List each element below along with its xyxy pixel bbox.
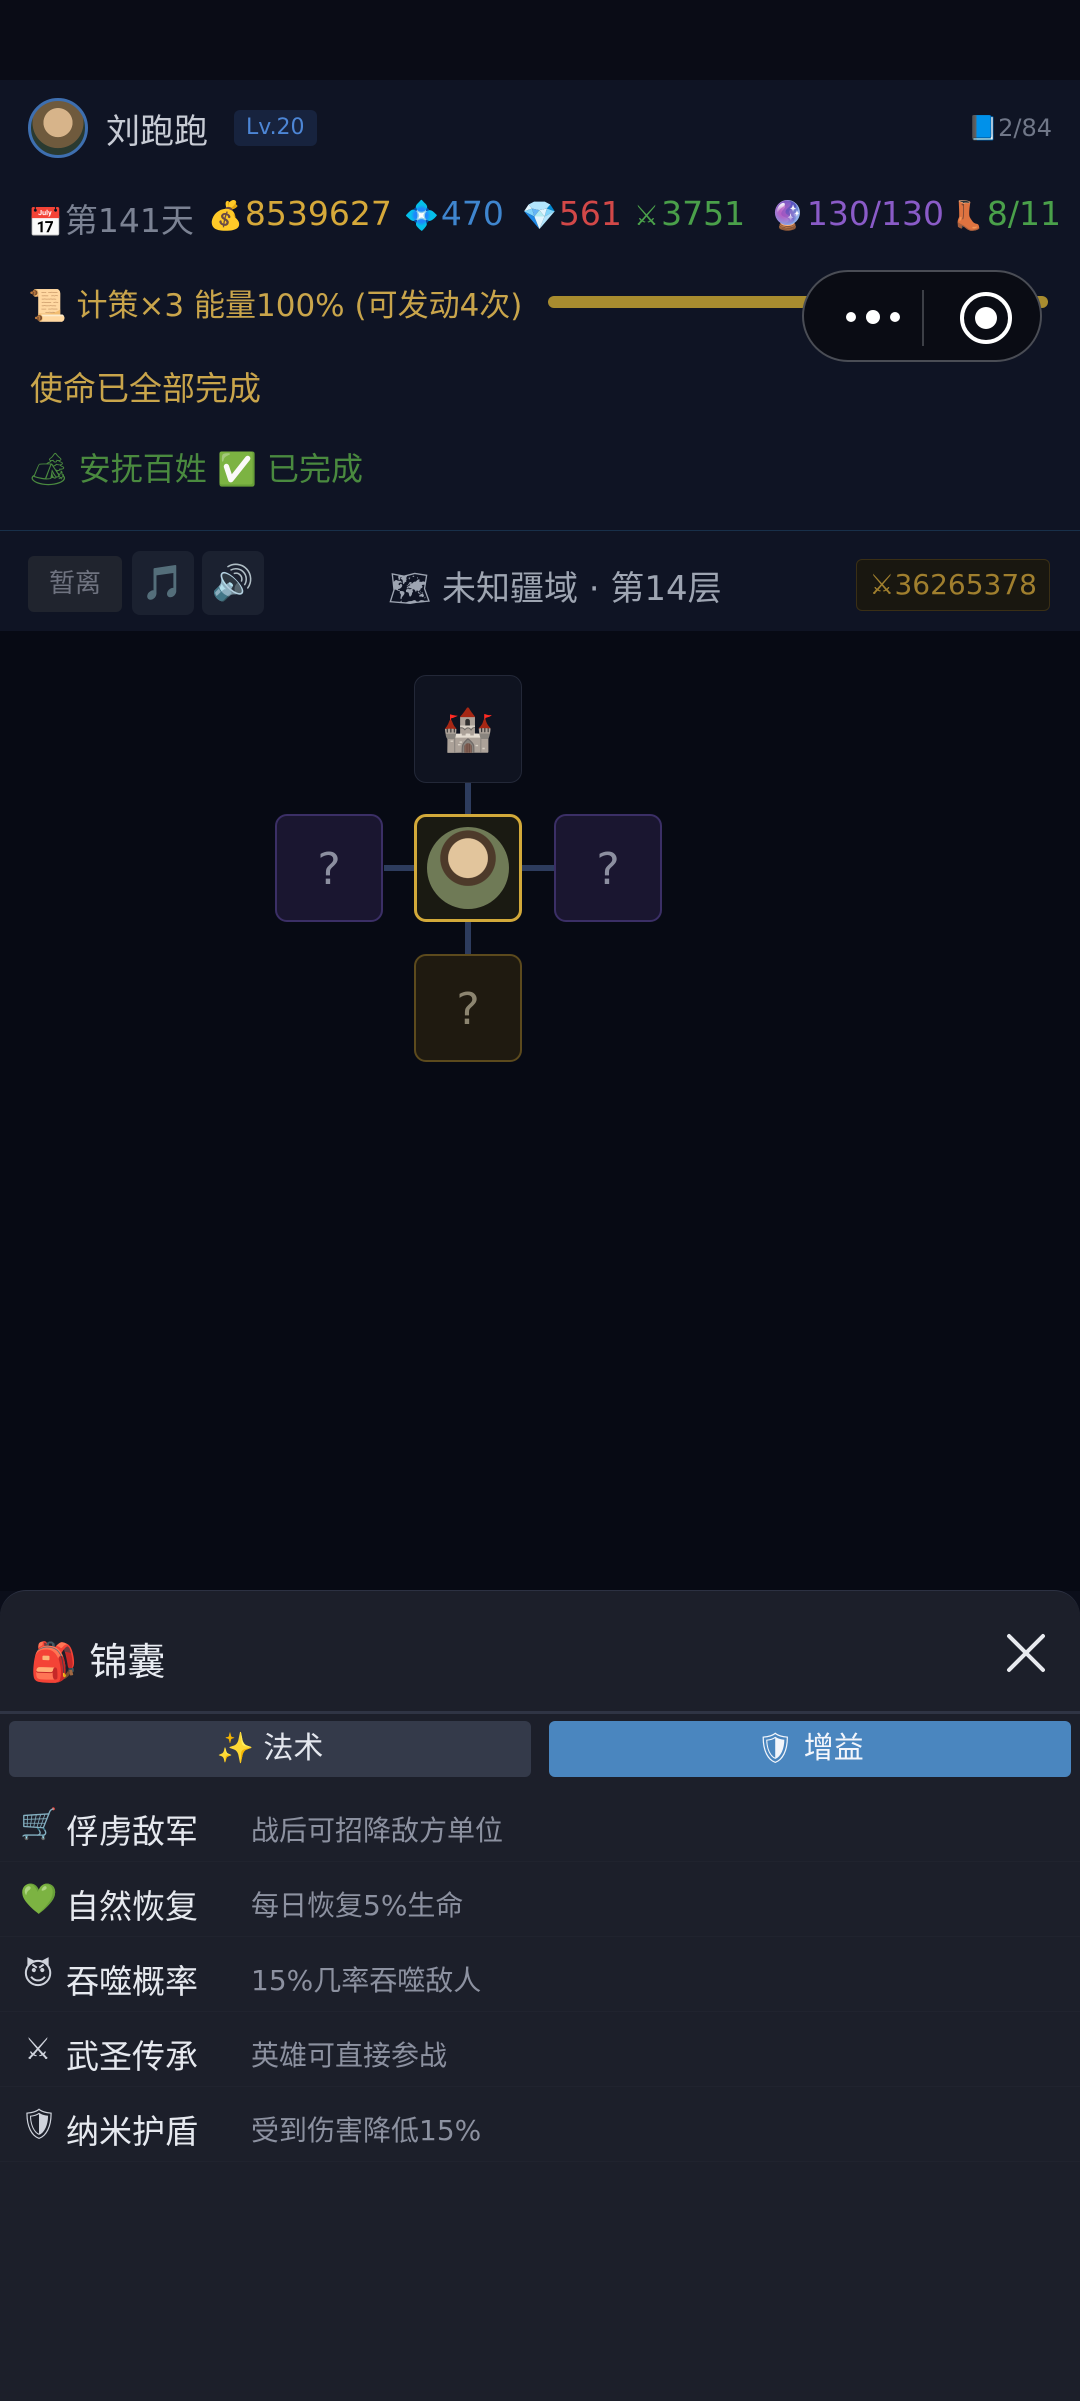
music-icon: 🎵 <box>141 563 185 603</box>
player-name: 刘跑跑 <box>106 112 208 152</box>
leave-button[interactable]: 暂离 <box>28 556 122 612</box>
close-button[interactable] <box>1004 1631 1048 1675</box>
buff-name: 吞噬概率 <box>66 1962 198 2001</box>
buff-description: 15%几率吞噬敌人 <box>251 1964 482 1997</box>
stat-value: 8/11 <box>986 194 1061 233</box>
stat-item: 💠470 <box>404 194 504 233</box>
dot-icon <box>890 312 900 322</box>
crossed-swords-icon: ⚔ <box>24 2032 52 2067</box>
close-miniprogram-button[interactable] <box>960 292 1012 344</box>
stat-value: 470 <box>440 194 504 233</box>
unknown-node-right[interactable]: ? <box>554 814 662 922</box>
resource-stats: 📅第141天 💰8539627 💠470 💎561 ⚔3751 🔮130/130 👢8/11 <box>28 194 1061 240</box>
speaker-icon: 🔊 <box>211 563 255 603</box>
tab-buffs[interactable]: 🛡 增益 <box>549 1721 1071 1777</box>
strategy-status: 📜 计策×3 能量100% (可发动4次) <box>28 288 523 324</box>
buff-description: 每日恢复5%生命 <box>251 1889 464 1922</box>
diamond-blue-icon: 💠 <box>404 199 439 232</box>
buff-description: 战后可招降敌方单位 <box>251 1814 504 1847</box>
dot-icon <box>846 312 856 322</box>
target-icon <box>975 307 997 329</box>
capsule-divider <box>922 290 924 346</box>
map-connector <box>384 865 414 871</box>
task-status: 🏕 安抚百姓 ✅ 已完成 <box>28 450 363 488</box>
castle-node[interactable]: 🏰 <box>414 675 522 783</box>
buff-row[interactable]: 🛡 纳米护盾 受到伤害降低15% <box>0 2087 1080 2162</box>
bag-sheet: 🎒 锦囊 ✨ 法术 🛡 增益 🛒 俘虏敌军 战后可招降敌方单位 💚 自然恢复 每日恢复5%… <box>0 1590 1080 2401</box>
buff-row[interactable]: 🛒 俘虏敌军 战后可招降敌方单位 <box>0 1787 1080 1862</box>
sheet-title: 🎒 锦囊 <box>30 1640 166 1684</box>
map-progress-text: 2/84 <box>998 114 1052 142</box>
shield-icon: 🛡 <box>20 2107 59 2142</box>
stat-value: 第141天 <box>64 201 194 240</box>
money-bag-icon: 💰 <box>208 199 243 232</box>
buff-description: 英雄可直接参战 <box>251 2039 448 2072</box>
crystal-ball-icon: 🔮 <box>770 199 805 232</box>
miniprogram-capsule <box>802 270 1042 362</box>
more-menu-button[interactable] <box>836 298 920 338</box>
map-book-icon: 📘 <box>968 114 999 142</box>
buff-row[interactable]: 💚 自然恢复 每日恢复5%生命 <box>0 1862 1080 1937</box>
music-toggle-button[interactable]: 🎵 <box>132 551 194 615</box>
buff-row[interactable]: 😈 吞噬概率 15%几率吞噬敌人 <box>0 1937 1080 2012</box>
buff-name: 纳米护盾 <box>66 2112 198 2151</box>
devil-icon: 😈 <box>22 1957 54 1992</box>
stat-item: 💎561 <box>522 194 622 233</box>
unknown-node-left[interactable]: ? <box>275 814 383 922</box>
zone-title: 🗺 未知疆域 · 第14层 <box>388 569 722 609</box>
cart-icon: 🛒 <box>20 1807 58 1842</box>
hero-portrait <box>427 827 509 909</box>
level-badge: Lv.20 <box>234 110 317 146</box>
map-connector <box>465 783 471 814</box>
dot-icon <box>866 310 880 324</box>
stat-value: 8539627 <box>244 194 392 233</box>
boot-icon: 👢 <box>950 199 985 232</box>
buff-name: 俘虏敌军 <box>66 1812 198 1851</box>
stat-item: ⚔3751 <box>634 194 745 233</box>
player-avatar[interactable] <box>28 98 88 158</box>
stat-value: 3751 <box>661 194 746 233</box>
stat-value: 561 <box>558 194 622 233</box>
stat-item: 🔮130/130 <box>770 194 944 233</box>
buff-description: 受到伤害降低15% <box>251 2114 482 2147</box>
stat-value: 130/130 <box>806 194 944 233</box>
map-navbar: 暂离 🎵 🔊 🗺 未知疆域 · 第14层 ⚔36265378 <box>0 530 1080 632</box>
unknown-node-bottom[interactable]: ? <box>414 954 522 1062</box>
buff-row[interactable]: ⚔ 武圣传承 英雄可直接参战 <box>0 2012 1080 2087</box>
map-connector <box>465 922 471 954</box>
map-connector <box>522 865 554 871</box>
gem-icon: 💎 <box>522 199 557 232</box>
sound-toggle-button[interactable]: 🔊 <box>202 551 264 615</box>
mission-status: 使命已全部完成 <box>30 369 261 408</box>
combat-power: ⚔36265378 <box>856 559 1050 611</box>
buff-name: 自然恢复 <box>66 1887 198 1926</box>
stat-item: 📅第141天 <box>28 194 194 242</box>
green-heart-icon: 💚 <box>20 1882 58 1917</box>
stat-item: 💰8539627 <box>208 194 392 233</box>
stat-item: 👢8/11 <box>950 194 1061 233</box>
dungeon-map <box>0 631 1080 1591</box>
buff-list: 🛒 俘虏敌军 战后可招降敌方单位 💚 自然恢复 每日恢复5%生命 😈 吞噬概率 15%几率吞噬敌… <box>0 1787 1080 2162</box>
buff-name: 武圣传承 <box>66 2037 198 2076</box>
calendar-icon: 📅 <box>28 206 63 239</box>
castle-icon: 🏰 <box>441 705 495 754</box>
status-strip <box>0 0 1080 80</box>
hero-node[interactable] <box>414 814 522 922</box>
crossed-swords-icon: ⚔ <box>634 199 660 232</box>
sheet-divider <box>0 1711 1080 1714</box>
map-progress: 📘2/84 <box>968 114 1052 142</box>
tab-spells[interactable]: ✨ 法术 <box>9 1721 531 1777</box>
